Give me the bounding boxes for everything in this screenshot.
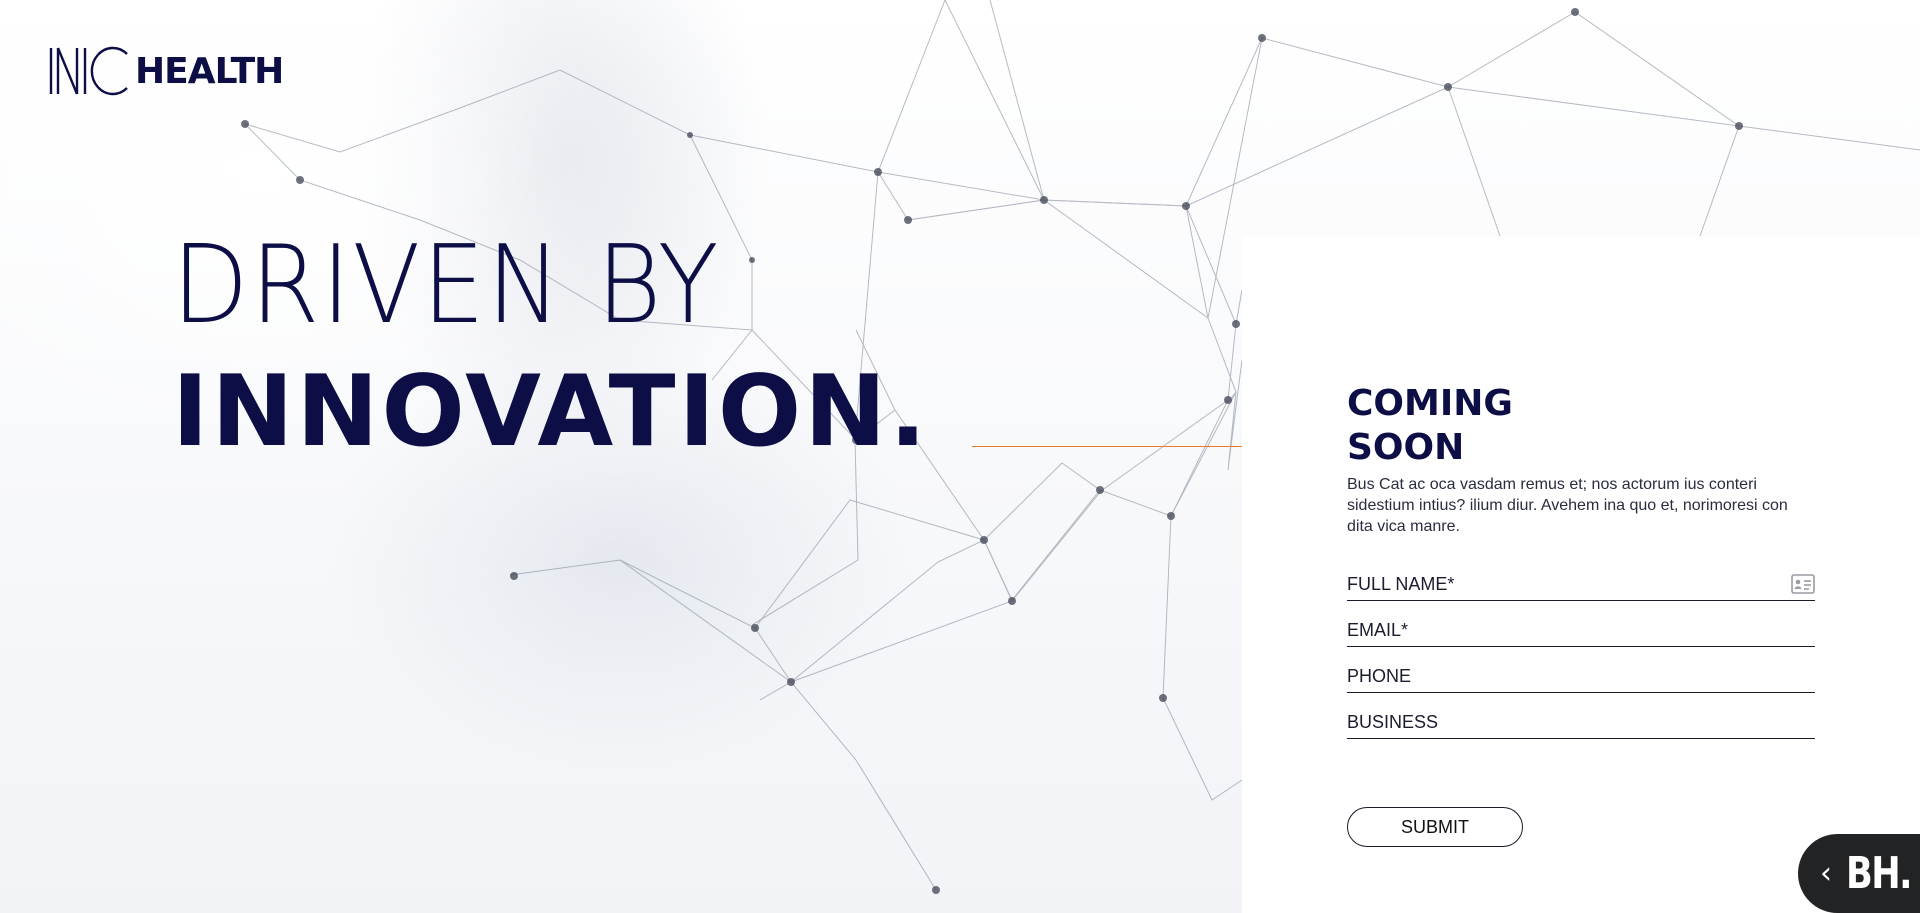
signup-heading: COMING SOON [1347, 382, 1513, 470]
logo-text: HEALTH [135, 50, 284, 92]
hero-headline-line1: DRIVEN BY [172, 223, 721, 348]
business-field[interactable] [1347, 706, 1815, 739]
signup-description: Bus Cat ac oca vasdam remus et; nos acto… [1347, 476, 1788, 535]
business-input[interactable] [1347, 711, 1815, 733]
signup-heading-line2: SOON [1347, 427, 1465, 468]
bh-badge-toggle[interactable]: ‹ BH. [1798, 834, 1920, 913]
bh-badge-label: BH. [1846, 848, 1912, 899]
signup-heading-line1: COMING [1347, 383, 1513, 424]
phone-field[interactable] [1347, 660, 1815, 693]
contact-card-icon [1791, 574, 1815, 594]
email-input[interactable] [1347, 619, 1815, 641]
logo-mark [49, 46, 128, 96]
email-field[interactable] [1347, 614, 1815, 647]
phone-input[interactable] [1347, 665, 1815, 687]
full-name-input[interactable] [1347, 573, 1791, 595]
submit-button[interactable]: SUBMIT [1347, 807, 1523, 847]
hero-headline-line2: INNOVATION. [172, 355, 930, 469]
chevron-left-icon: ‹ [1820, 855, 1832, 891]
full-name-field[interactable] [1347, 568, 1815, 601]
logo[interactable]: HEALTH [49, 46, 284, 96]
